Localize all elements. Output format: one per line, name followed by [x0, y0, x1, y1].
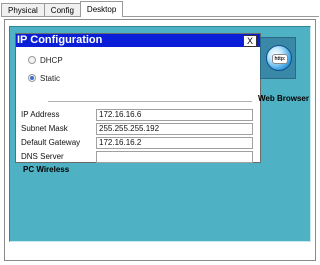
tab-physical[interactable]: Physical: [1, 3, 45, 17]
dhcp-label: DHCP: [40, 55, 63, 65]
subnet-mask-field[interactable]: [96, 123, 253, 135]
pc-wireless-label: PC Wireless: [23, 165, 70, 174]
tab-bar: Physical Config Desktop: [1, 1, 124, 17]
default-gateway-label: Default Gateway: [21, 138, 81, 147]
dns-server-label: DNS Server: [21, 152, 64, 161]
tab-divider: [1, 16, 319, 17]
web-browser-label: Web Browser: [258, 94, 309, 103]
window-title: IP Configuration: [17, 34, 103, 46]
desktop-panel: IP Configuration X DHCP Static IP Addres…: [4, 19, 316, 261]
dhcp-option[interactable]: DHCP: [28, 54, 63, 66]
subnet-mask-row: Subnet Mask: [21, 123, 253, 135]
default-gateway-field[interactable]: [96, 137, 253, 149]
static-option[interactable]: Static: [28, 72, 60, 84]
dhcp-radio[interactable]: [28, 56, 36, 64]
static-label: Static: [40, 73, 61, 83]
globe-icon: http:: [266, 45, 292, 71]
tab-config[interactable]: Config: [43, 3, 81, 17]
static-radio[interactable]: [28, 74, 36, 82]
ip-address-field[interactable]: [96, 109, 253, 121]
desktop-area: IP Configuration X DHCP Static IP Addres…: [9, 26, 311, 242]
http-bubble: http:: [272, 54, 288, 64]
ip-address-row: IP Address: [21, 109, 253, 121]
ip-address-label: IP Address: [21, 110, 60, 119]
subnet-mask-label: Subnet Mask: [21, 124, 68, 133]
web-browser-button[interactable]: http:: [260, 37, 296, 79]
section-divider: [48, 101, 252, 102]
ip-configuration-window: IP Configuration X DHCP Static IP Addres…: [15, 33, 261, 163]
default-gateway-row: Default Gateway: [21, 137, 253, 149]
dns-server-field[interactable]: [96, 151, 253, 163]
window-title-bar: IP Configuration X: [16, 34, 260, 47]
close-button[interactable]: X: [243, 35, 257, 47]
dns-server-row: DNS Server: [21, 151, 253, 163]
tab-desktop[interactable]: Desktop: [79, 1, 124, 17]
